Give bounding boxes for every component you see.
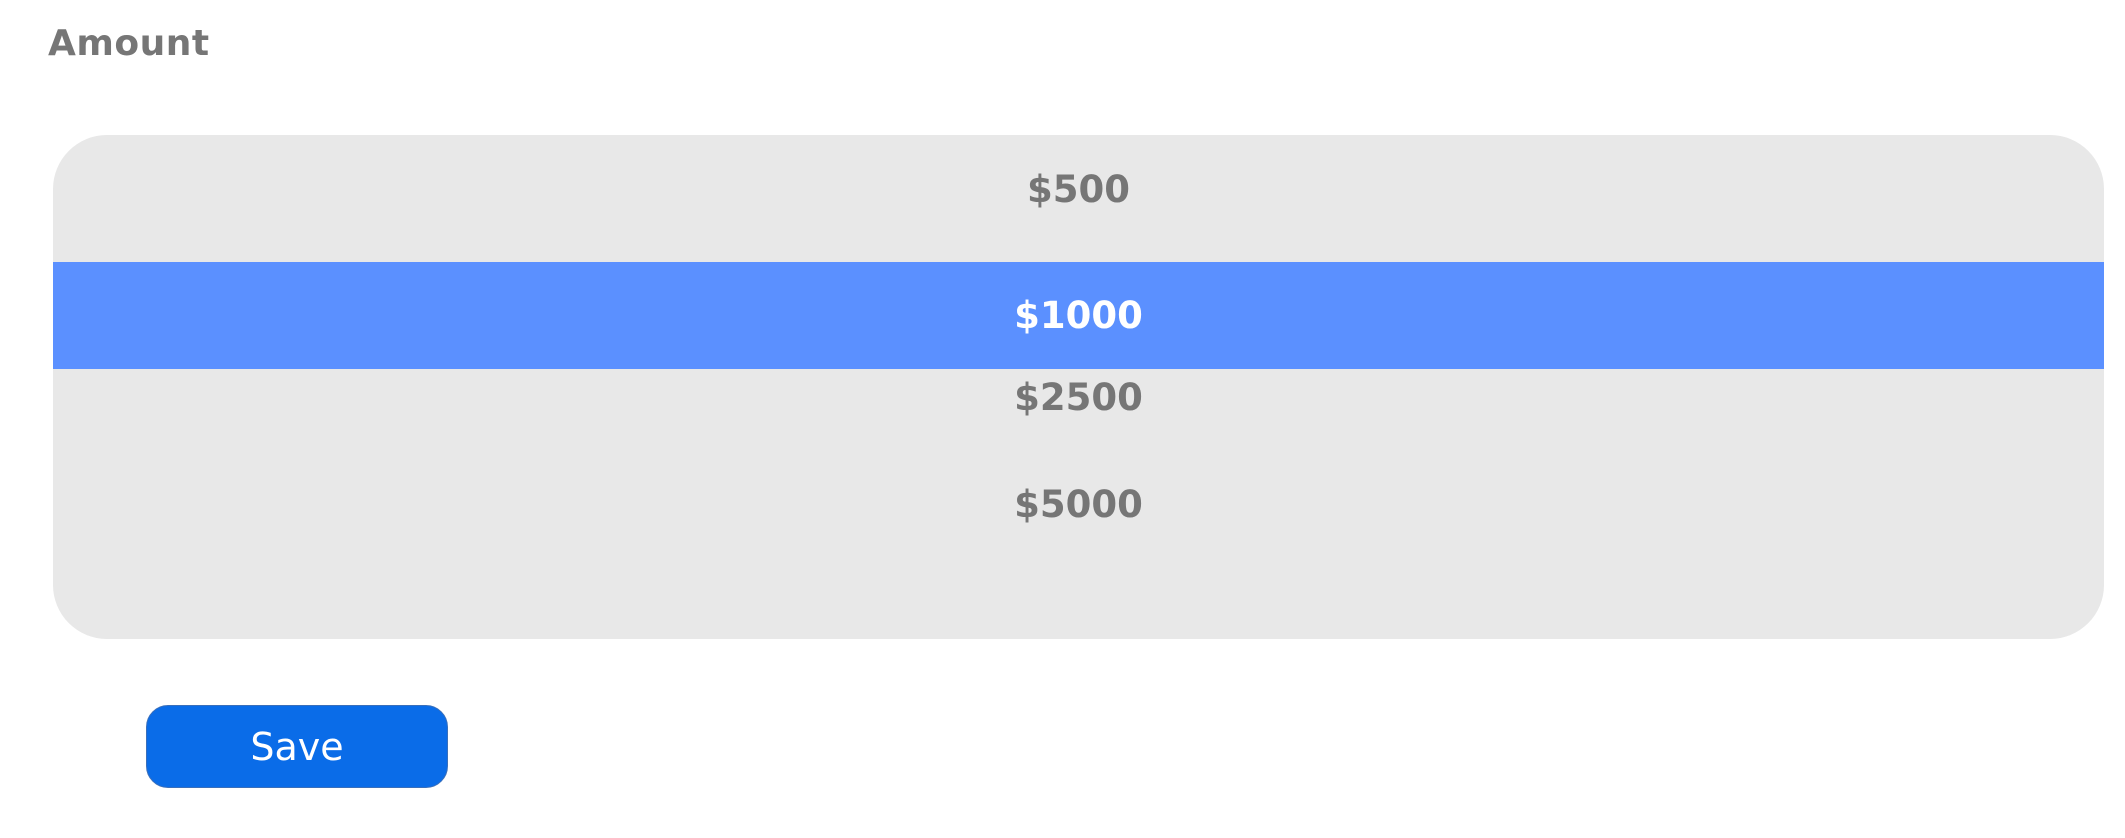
save-button[interactable]: Save [146, 705, 448, 788]
amount-listbox[interactable]: $500 $1000 $2500 $5000 [53, 135, 2104, 639]
amount-label: Amount [48, 23, 210, 64]
option-5000[interactable]: $5000 [53, 451, 2104, 558]
option-2500[interactable]: $2500 [53, 344, 2104, 451]
option-500[interactable]: $500 [53, 136, 2104, 243]
